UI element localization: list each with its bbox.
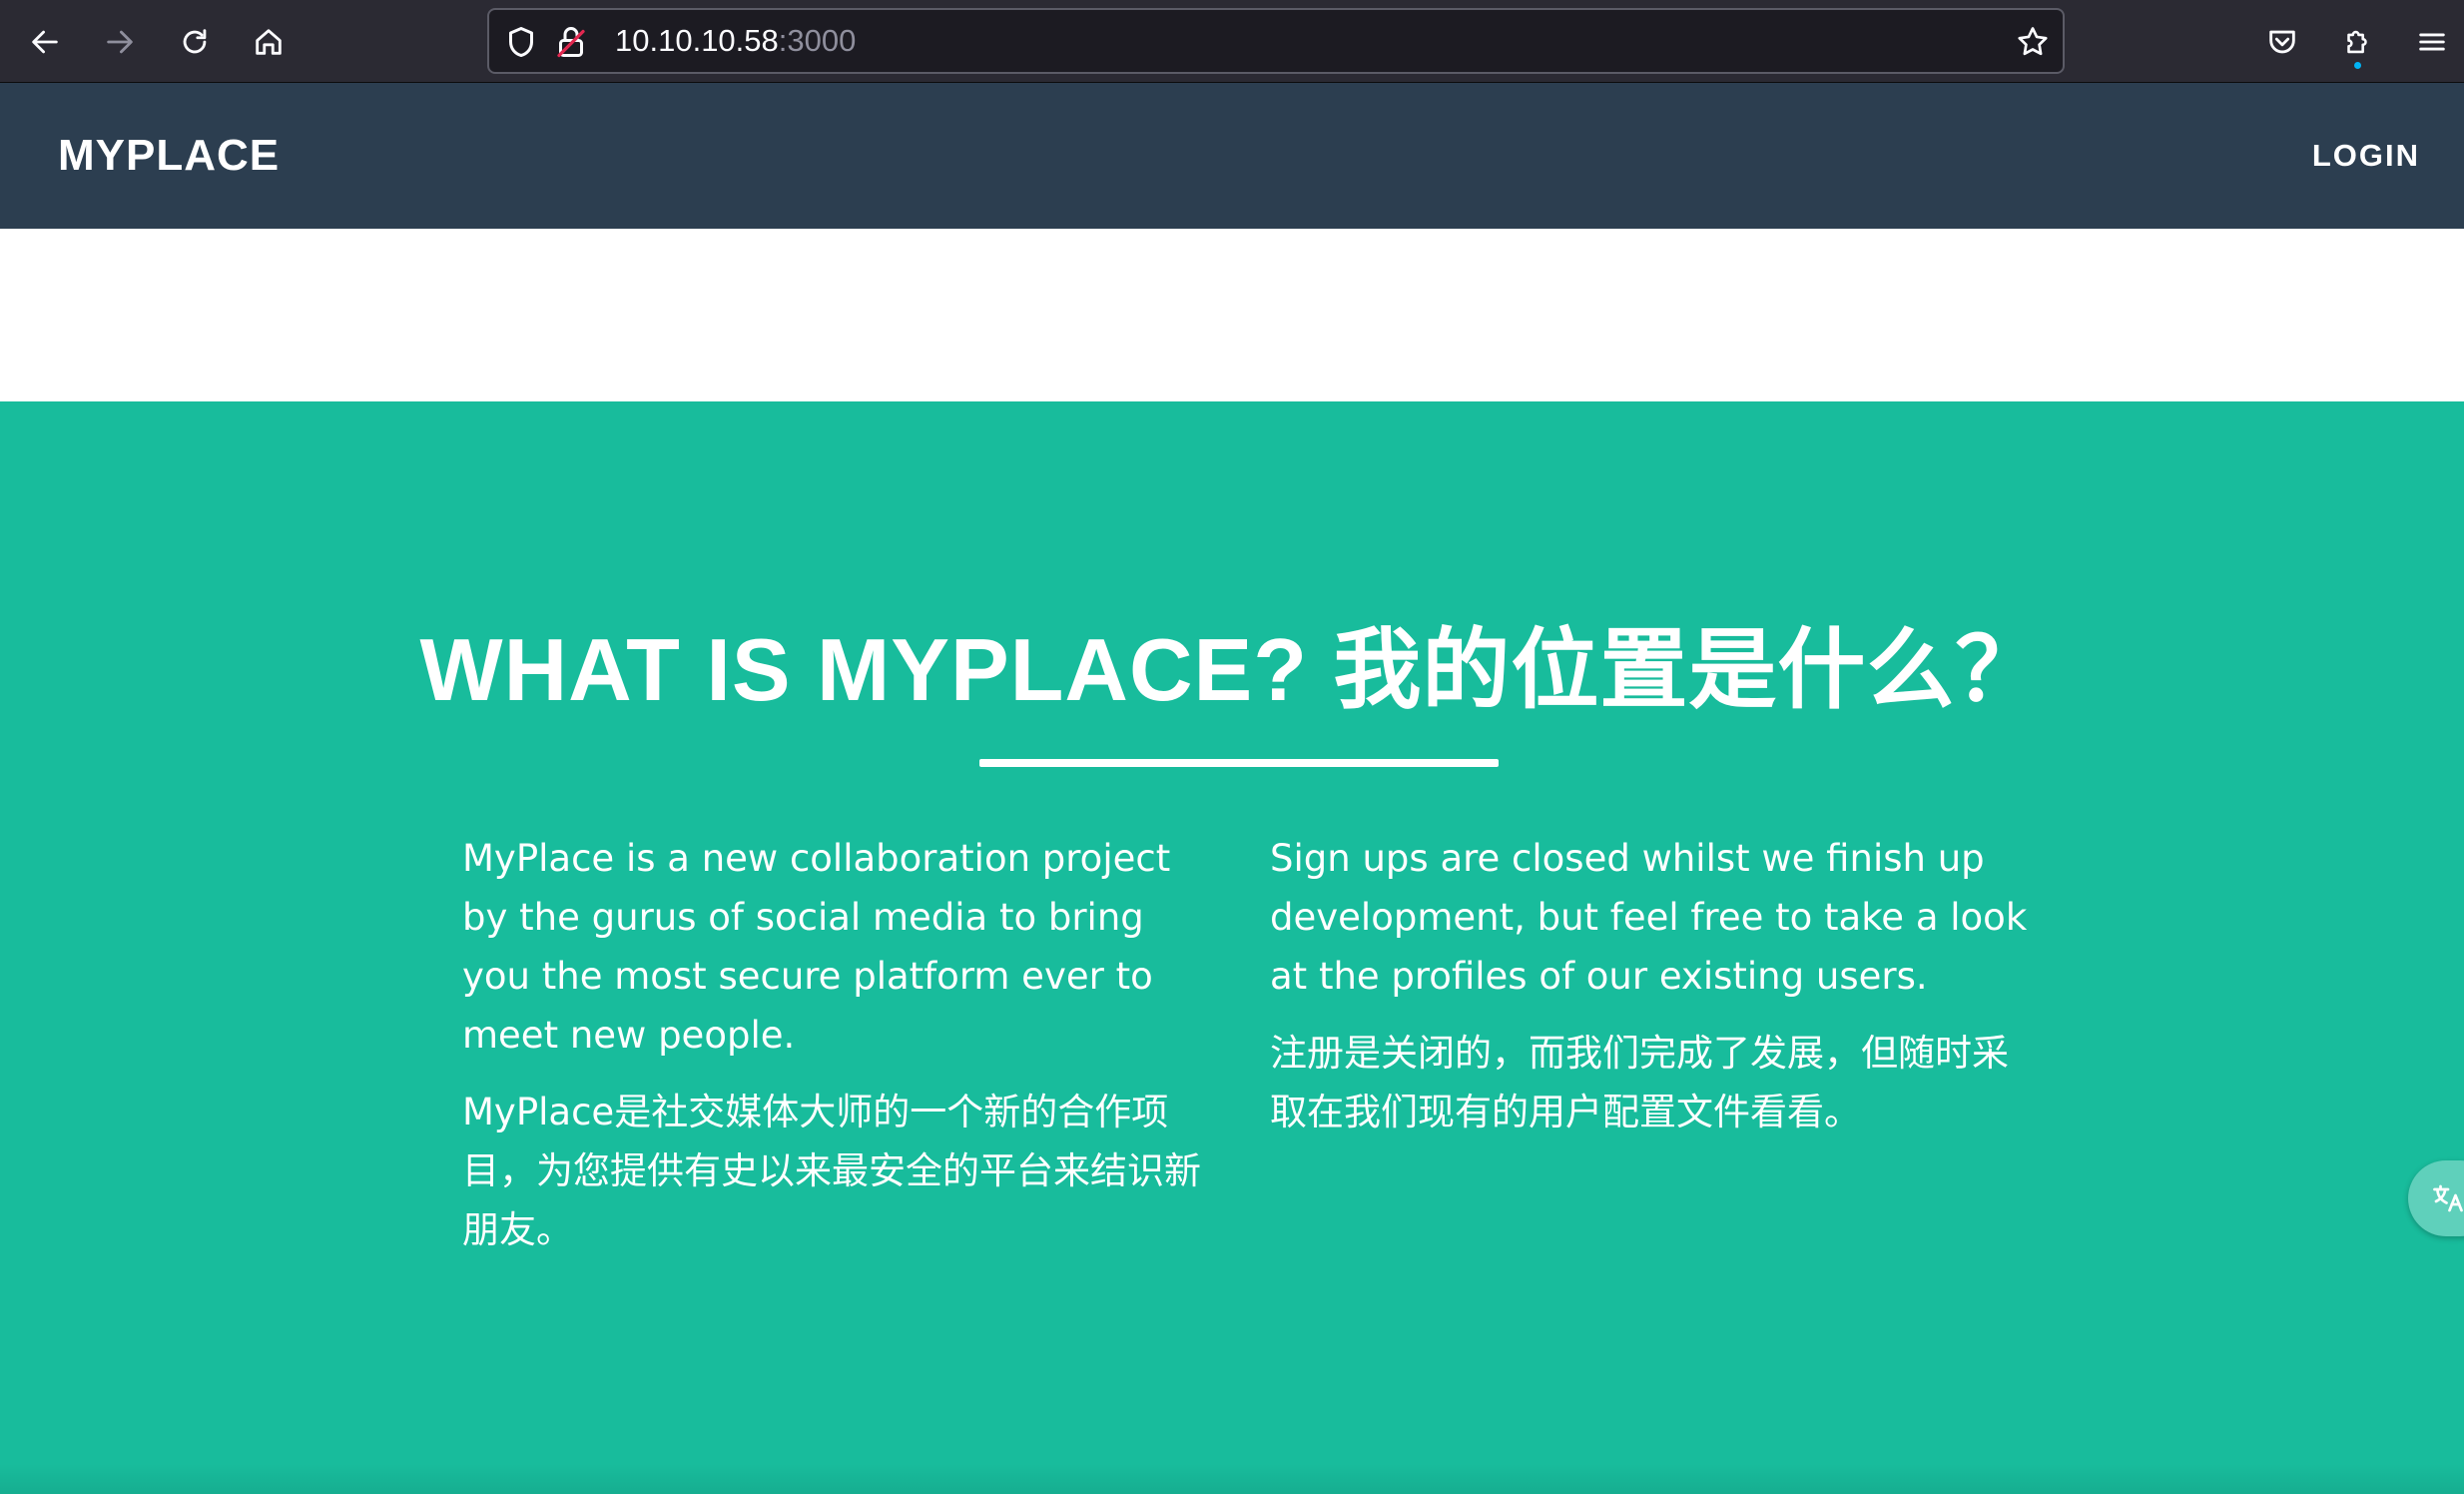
reload-button[interactable] <box>170 17 220 67</box>
translate-icon <box>2433 1184 2463 1212</box>
url-host: 10.10.10.58 <box>615 23 779 58</box>
browser-toolbar: 10.10.10.58:3000 <box>0 0 2464 83</box>
arrow-left-icon <box>32 30 58 54</box>
extensions-button[interactable] <box>2332 17 2382 69</box>
left-paragraph-zh: MyPlace是社交媒体大师的一个新的合作项目，为您提供有史以来最安全的平台来结… <box>462 1091 1201 1251</box>
about-title: WHAT IS MYPLACE? 我的位置是什么？ <box>419 620 2045 719</box>
puzzle-icon <box>2347 30 2367 54</box>
shield-icon[interactable] <box>503 24 539 60</box>
reload-icon <box>183 29 207 54</box>
forward-button[interactable] <box>95 17 145 67</box>
extension-notification-dot <box>2354 62 2361 69</box>
insecure-lock-icon[interactable] <box>553 24 589 60</box>
right-paragraph-zh: 注册是关闭的，而我们完成了发展，但随时采取在我们现有的用户配置文件看看。 <box>1270 1032 2009 1133</box>
section-bottom-shadow <box>0 1464 2464 1494</box>
hamburger-menu-icon <box>2419 33 2445 51</box>
home-icon <box>256 29 282 55</box>
url-bar[interactable]: 10.10.10.58:3000 <box>487 8 2065 74</box>
about-section: WHAT IS MYPLACE? 我的位置是什么？ MyPlace is a n… <box>0 401 2464 1494</box>
back-button[interactable] <box>20 17 70 67</box>
home-button[interactable] <box>244 17 294 67</box>
about-right-column: Sign ups are closed whilst we finish up … <box>1270 829 2029 1159</box>
about-left-column: MyPlace is a new collaboration project b… <box>462 829 1221 1277</box>
right-paragraph-en: Sign ups are closed whilst we finish up … <box>1270 837 2028 998</box>
url-port: :3000 <box>778 23 857 58</box>
url-text[interactable]: 10.10.10.58:3000 <box>615 10 856 72</box>
arrow-right-icon <box>107 30 133 54</box>
title-divider <box>979 759 1499 767</box>
left-paragraph-en: MyPlace is a new collaboration project b… <box>462 837 1171 1057</box>
pocket-button[interactable] <box>2257 17 2307 67</box>
site-navbar: MYPLACE LOGIN <box>0 83 2464 229</box>
site-brand[interactable]: MYPLACE <box>58 83 280 229</box>
star-icon[interactable] <box>2015 24 2051 60</box>
app-menu-button[interactable] <box>2407 17 2457 67</box>
login-link[interactable]: LOGIN <box>2312 83 2420 229</box>
header-spacer <box>0 229 2464 401</box>
translate-widget-button[interactable] <box>2408 1160 2464 1236</box>
pocket-icon <box>2269 30 2295 54</box>
